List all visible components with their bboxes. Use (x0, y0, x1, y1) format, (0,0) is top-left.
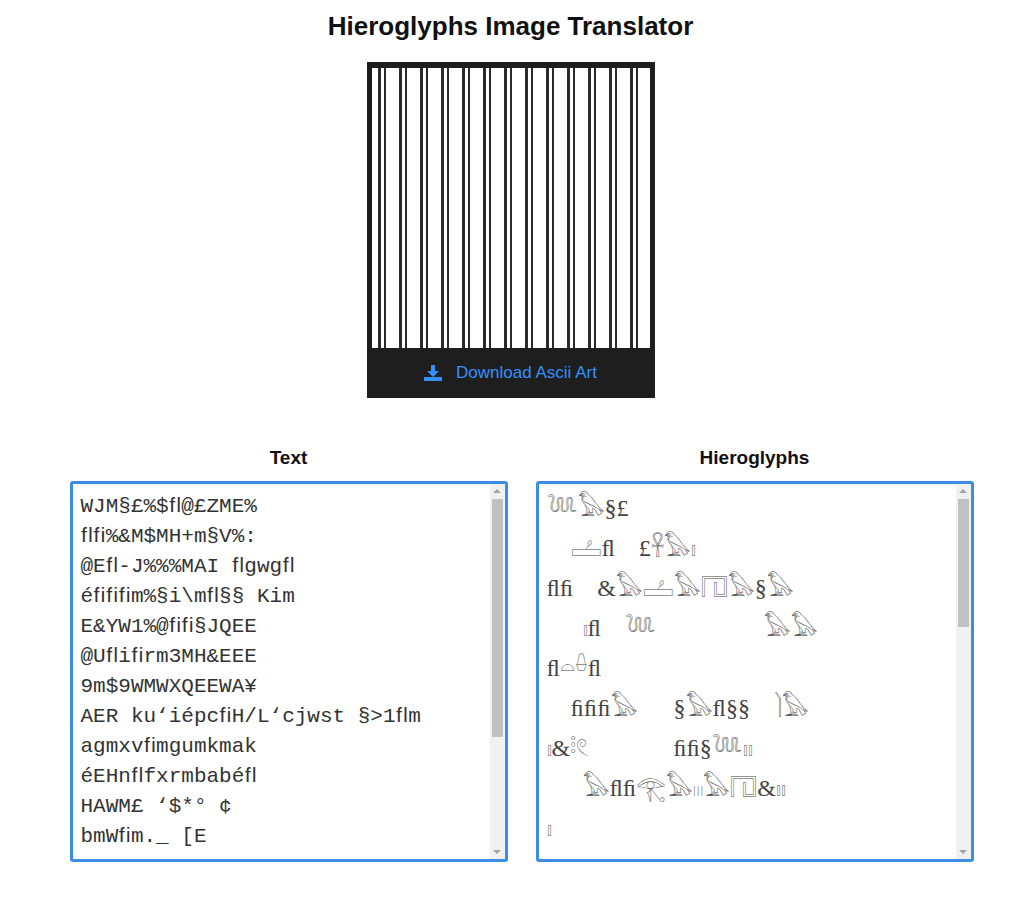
text-line: ﬂ𓏏𓏐ﬂ (547, 648, 948, 688)
text-content: WJM§£%$ﬂ@£ZME%ﬂﬁ%&M$MH+m§V%:@Eﬂ-J%%%MAI … (73, 484, 490, 859)
panel-label: Text (70, 446, 508, 470)
page: Hieroglyphs Image Translator Download Asc… (0, 0, 1031, 909)
page-title: Hieroglyphs Image Translator (328, 9, 694, 43)
text-line: ﬂﬁ &𓅃𓐟𓅃𓉔𓅃§𓅃 (547, 568, 948, 608)
text-line: 9m$9WMWXQEEWA¥ (81, 672, 482, 702)
download-icon (424, 365, 442, 381)
text-line: AER ku‘iépcﬁH/L‘cjwst §>1ﬂm (81, 702, 482, 732)
text-line: ﬁﬁﬁ𓅃 §𓅃ﬂ§§ 𓌙𓅃 (547, 688, 948, 728)
text-area[interactable]: WJM§£%$ﬂ@£ZME%ﬂﬁ%&M$MH+m§V%:@Eﬂ-J%%%MAI … (70, 481, 508, 862)
text-line: éﬁﬁﬁm%§i\mﬂ§§ Kim (81, 582, 482, 612)
scroll-down-icon[interactable] (959, 850, 967, 854)
text-line: éEHnﬂfxrmbabéﬂ (81, 762, 482, 792)
panel-label: Hieroglyphs (536, 446, 974, 470)
download-button[interactable]: Download Ascii Art (424, 348, 597, 398)
image-card: Download Ascii Art (367, 62, 655, 398)
text-line: 𓏤 (547, 808, 948, 848)
text-line: E&YW1%@ﬁﬁ§JQEE (81, 612, 482, 642)
scroll-thumb[interactable] (492, 499, 503, 737)
text-line: 𓏤&𓏬𓏲 ﬁﬁ§𓆙𓏤𓏤 (547, 728, 948, 768)
scroll-up-icon[interactable] (959, 489, 967, 493)
text-line: WJM§£%$ﬂ@£ZME% (81, 492, 482, 522)
scroll-thumb[interactable] (958, 499, 969, 627)
text-line: @Eﬂ-J%%%MAI ﬂgwgﬂ (81, 552, 482, 582)
scroll-down-icon[interactable] (493, 850, 501, 854)
scrollbar[interactable] (956, 484, 971, 859)
scroll-up-icon[interactable] (493, 489, 501, 493)
scroll-track (956, 499, 971, 844)
text-area[interactable]: 𓆙𓅃§£ 𓐟ﬂ £𓋹𓅃𓏤ﬂﬁ &𓅃𓐟𓅃𓉔𓅃§𓅃 𓏤ﬂ 𓆙 𓅃𓅃ﬂ𓏏𓏐ﬂ ﬁﬁﬁ𓅃… (536, 481, 974, 862)
panel: Text WJM§£%$ﬂ@£ZME%ﬂﬁ%&M$MH+m§V%:@Eﬂ-J%%%… (70, 446, 508, 862)
text-line: 𓏤ﬂ 𓆙 𓅃𓅃 (547, 608, 948, 648)
text-line: bmWﬁm._ [E (81, 822, 482, 852)
text-line: 𓐟ﬂ £𓋹𓅃𓏤 (547, 528, 948, 568)
text-line: 𓅃ﬂﬁ𓂀𓅃𓏼𓅃𓉔&𓏤𓏤 (547, 768, 948, 808)
text-line: 𓆙𓅃§£ (547, 488, 948, 528)
scroll-track (490, 499, 505, 844)
text-line: HAWM£ ‘$*° ¢ (81, 792, 482, 822)
text-line: @Uﬂiﬁrm3MH&EEE (81, 642, 482, 672)
panel: Hieroglyphs 𓆙𓅃§£ 𓐟ﬂ £𓋹𓅃𓏤ﬂﬁ &𓅃𓐟𓅃𓉔𓅃§𓅃 𓏤ﬂ 𓆙 … (536, 446, 974, 862)
hieroglyph-image (372, 68, 650, 348)
scrollbar[interactable] (490, 484, 505, 859)
text-line: ﬂﬁ%&M$MH+m§V%: (81, 522, 482, 552)
text-line: agmxvﬁmgumkmak (81, 732, 482, 762)
panels: Text WJM§£%$ﬂ@£ZME%ﬂﬁ%&M$MH+m§V%:@Eﬂ-J%%%… (70, 446, 974, 862)
download-label: Download Ascii Art (456, 363, 597, 383)
text-content: 𓆙𓅃§£ 𓐟ﬂ £𓋹𓅃𓏤ﬂﬁ &𓅃𓐟𓅃𓉔𓅃§𓅃 𓏤ﬂ 𓆙 𓅃𓅃ﬂ𓏏𓏐ﬂ ﬁﬁﬁ𓅃… (539, 484, 956, 859)
